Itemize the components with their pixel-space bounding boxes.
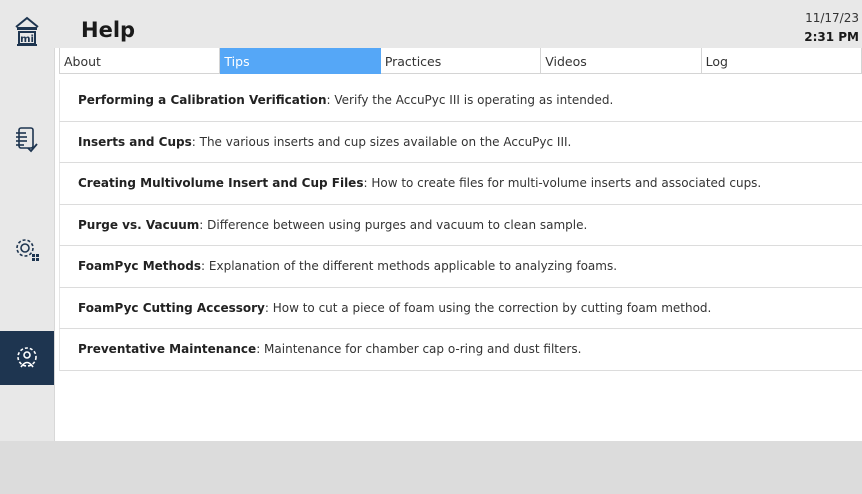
tab-bar: About Tips Practices Videos Log — [59, 48, 862, 74]
time-display: 2:31 PM — [804, 30, 859, 44]
tip-description: : Difference between using purges and va… — [199, 217, 588, 232]
tab-tips[interactable]: Tips — [220, 48, 381, 74]
list-item[interactable]: FoamPyc Methods: Explanation of the diff… — [59, 246, 862, 288]
tip-description: : How to create files for multi-volume i… — [363, 176, 762, 190]
home-button[interactable]: mi — [0, 4, 54, 58]
settings-button[interactable] — [0, 222, 54, 276]
tip-title: Inserts and Cups — [78, 134, 192, 149]
page-title: Help — [81, 18, 136, 42]
list-item[interactable]: Inserts and Cups: The various inserts an… — [59, 121, 862, 163]
list-item[interactable]: Performing a Calibration Verification: V… — [59, 80, 862, 122]
tip-title: Purge vs. Vacuum — [78, 217, 200, 232]
tip-description: : How to cut a piece of foam using the c… — [264, 300, 712, 315]
tab-about[interactable]: About — [59, 48, 221, 74]
gear-user-icon — [17, 347, 37, 368]
tip-description: : The various inserts and cup sizes avai… — [191, 134, 572, 149]
date-display: 11/17/23 — [805, 11, 859, 25]
svg-text:mi: mi — [20, 34, 34, 45]
tip-title: Creating Multivolume Insert and Cup File… — [78, 176, 364, 190]
footer-bar — [0, 441, 862, 494]
list-item[interactable]: Creating Multivolume Insert and Cup File… — [59, 163, 862, 205]
tab-log[interactable]: Log — [701, 48, 862, 74]
tab-practices[interactable]: Practices — [380, 48, 542, 74]
list-item[interactable]: FoamPyc Cutting Accessory: How to cut a … — [59, 287, 862, 329]
reports-button[interactable] — [0, 113, 54, 167]
home-icon: mi — [15, 16, 39, 46]
tip-description: : Explanation of the different methods a… — [201, 259, 618, 273]
tips-list: Performing a Calibration Verification: V… — [59, 80, 862, 371]
tip-title: Performing a Calibration Verification — [78, 93, 327, 107]
header-bar: Help 11/17/23 2:31 PM — [54, 0, 862, 48]
list-item[interactable]: Preventative Maintenance: Maintenance fo… — [59, 329, 862, 371]
sidebar: mi — [0, 0, 55, 441]
tip-title: FoamPyc Cutting Accessory — [78, 300, 265, 315]
user-settings-button[interactable] — [0, 331, 54, 385]
list-item[interactable]: Purge vs. Vacuum: Difference between usi… — [59, 204, 862, 246]
tip-title: Preventative Maintenance — [78, 342, 257, 356]
tip-description: : Verify the AccuPyc III is operating as… — [326, 93, 614, 107]
tip-description: : Maintenance for chamber cap o-ring and… — [256, 342, 582, 356]
tip-title: FoamPyc Methods — [78, 259, 202, 273]
tab-videos[interactable]: Videos — [541, 48, 702, 74]
report-checklist-icon — [16, 127, 38, 153]
gear-grid-icon — [16, 239, 39, 261]
